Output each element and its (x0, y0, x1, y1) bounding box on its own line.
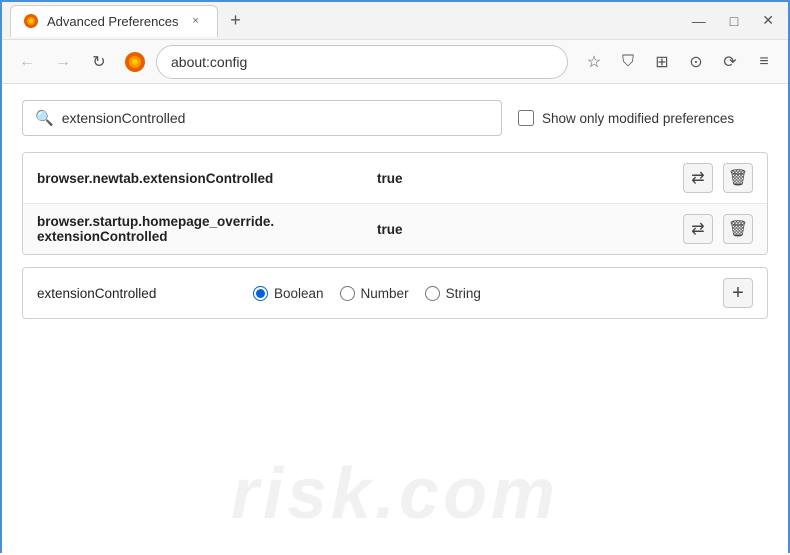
delete-button[interactable]: 🗑 (723, 214, 753, 244)
nav-icons: ☆ ⛉ ⊞ ⊙ ⟳ ≡ (580, 48, 778, 76)
toggle-icon: ⇄ (691, 219, 704, 239)
sync-button[interactable]: ⟳ (716, 48, 744, 76)
back-button[interactable]: ← (12, 47, 42, 77)
toggle-icon: ⇄ (691, 168, 704, 188)
back-icon: ← (19, 53, 35, 71)
show-modified-label: Show only modified preferences (542, 111, 734, 126)
firefox-logo (124, 51, 146, 73)
pref-name-line2: extensionControlled (37, 229, 377, 244)
string-radio[interactable] (425, 286, 440, 301)
show-modified-checkbox[interactable] (518, 110, 534, 126)
forward-button[interactable]: → (48, 47, 78, 77)
add-pref-button[interactable]: + (723, 278, 753, 308)
tab-favicon (23, 13, 39, 29)
maximize-button[interactable]: □ (724, 9, 744, 33)
toggle-button[interactable]: ⇄ (683, 163, 713, 193)
table-row: browser.startup.homepage_override. exten… (23, 204, 767, 254)
search-icon: 🔍 (35, 109, 54, 127)
number-radio-label[interactable]: Number (340, 286, 409, 301)
reload-icon: ↻ (92, 52, 105, 72)
row-actions: ⇄ 🗑 (683, 163, 753, 193)
pref-name-line1: browser.startup.homepage_override. (37, 214, 377, 229)
new-tab-button[interactable]: + (222, 7, 250, 35)
search-row: 🔍 Show only modified preferences (22, 100, 768, 136)
results-table: browser.newtab.extensionControlled true … (22, 152, 768, 255)
content-area: 🔍 Show only modified preferences browser… (2, 84, 788, 555)
show-modified-checkbox-row[interactable]: Show only modified preferences (518, 110, 734, 126)
bookmark-button[interactable]: ☆ (580, 48, 608, 76)
forward-icon: → (55, 53, 71, 71)
menu-button[interactable]: ≡ (750, 48, 778, 76)
toggle-button[interactable]: ⇄ (683, 214, 713, 244)
row-actions: ⇄ 🗑 (683, 214, 753, 244)
watermark: risk.com (231, 453, 559, 535)
address-text: about:config (171, 54, 247, 70)
boolean-radio-label[interactable]: Boolean (253, 286, 324, 301)
string-radio-label[interactable]: String (425, 286, 481, 301)
search-box[interactable]: 🔍 (22, 100, 502, 136)
active-tab[interactable]: Advanced Preferences × (10, 5, 218, 37)
tab-close-button[interactable]: × (187, 12, 205, 30)
new-pref-name: extensionControlled (37, 286, 237, 301)
number-label: Number (361, 286, 409, 301)
window-controls: — □ ✕ (686, 8, 780, 33)
pref-value: true (377, 171, 683, 186)
window-close-button[interactable]: ✕ (756, 8, 780, 33)
tab-title: Advanced Preferences (47, 14, 179, 29)
number-radio[interactable] (340, 286, 355, 301)
nav-bar: ← → ↻ about:config ☆ ⛉ ⊞ ⊙ ⟳ ≡ (2, 40, 788, 84)
extension-button[interactable]: ⊞ (648, 48, 676, 76)
search-input[interactable] (62, 110, 489, 126)
minimize-button[interactable]: — (686, 9, 712, 33)
tab-area: Advanced Preferences × + (10, 5, 678, 37)
shield-button[interactable]: ⛉ (614, 48, 642, 76)
pref-name-multiline: browser.startup.homepage_override. exten… (37, 214, 377, 244)
delete-icon: 🗑 (728, 219, 748, 239)
pref-value: true (377, 222, 683, 237)
delete-icon: 🗑 (728, 168, 748, 188)
table-row: browser.newtab.extensionControlled true … (23, 153, 767, 204)
pref-name: browser.newtab.extensionControlled (37, 171, 377, 186)
reload-button[interactable]: ↻ (84, 47, 114, 77)
delete-button[interactable]: 🗑 (723, 163, 753, 193)
boolean-label: Boolean (274, 286, 324, 301)
new-pref-row: extensionControlled Boolean Number Strin… (22, 267, 768, 319)
address-bar[interactable]: about:config (156, 45, 568, 79)
type-radio-group: Boolean Number String (253, 286, 481, 301)
boolean-radio[interactable] (253, 286, 268, 301)
title-bar: Advanced Preferences × + — □ ✕ (2, 2, 788, 40)
string-label: String (446, 286, 481, 301)
profile-button[interactable]: ⊙ (682, 48, 710, 76)
